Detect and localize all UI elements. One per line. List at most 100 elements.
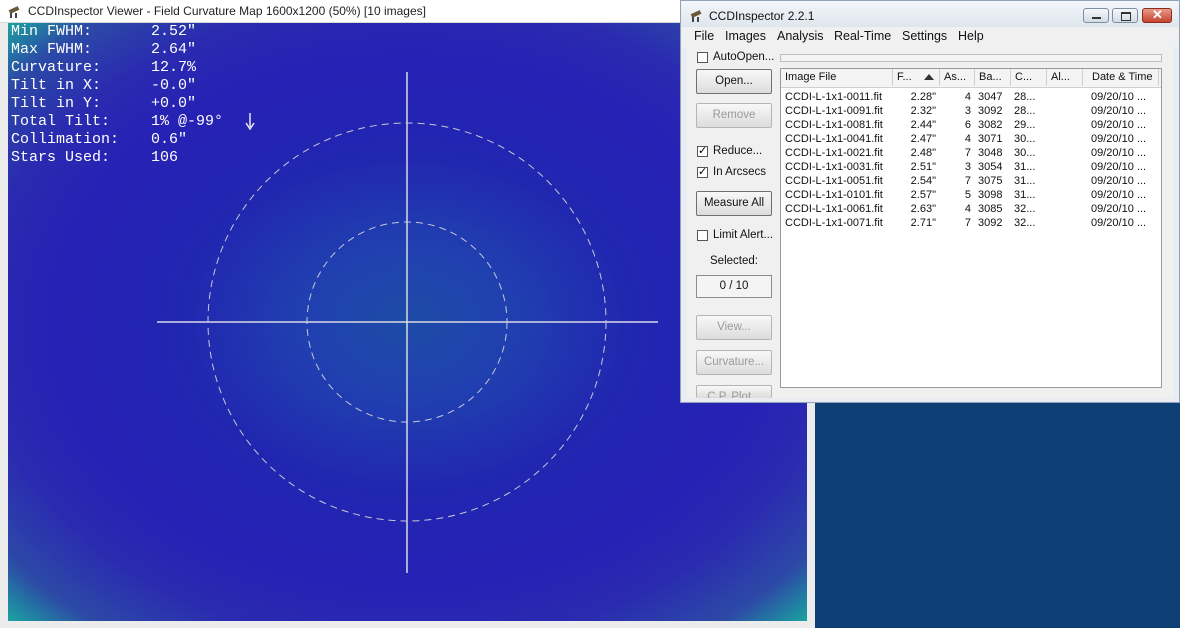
stat-label: Stars Used: [11, 149, 111, 166]
fwhm-value: 2.57" [910, 189, 936, 201]
menu-analysis[interactable]: Analysis [777, 29, 824, 43]
menu-file[interactable]: File [694, 29, 714, 43]
measure-all-button[interactable]: Measure All [696, 191, 772, 216]
menu-real-time[interactable]: Real-Time [834, 29, 891, 43]
c-value: 30... [1014, 147, 1036, 159]
date-time-value: 09/20/10 ... [1091, 133, 1147, 145]
background-value: 3054 [978, 161, 1003, 173]
table-row[interactable]: CCDI-L-1x1-0021.fit 2.48" 7 3048 30... 09/20/… [781, 146, 1161, 160]
fwhm-value: 2.32" [910, 105, 936, 117]
col-fwhm[interactable]: F... [893, 69, 940, 86]
file-name: CCDI-L-1x1-0021.fit [785, 147, 883, 159]
selected-count: 0 / 10 [696, 275, 772, 298]
aspect-value: 3 [964, 161, 971, 173]
limit-alert-checkbox[interactable] [697, 230, 708, 241]
aspect-value: 5 [964, 189, 971, 201]
in-arcsecs-label: In Arcsecs [713, 166, 767, 178]
tilt-arrow-icon [245, 113, 255, 131]
alert-value [1050, 132, 1083, 146]
background-value: 3082 [978, 119, 1003, 131]
table-row[interactable]: CCDI-L-1x1-0031.fit 2.51" 3 3054 31... 09/20/… [781, 160, 1161, 174]
col-background[interactable]: Ba... [975, 69, 1011, 86]
inspector-titlebar[interactable]: CCDInspector 2.2.1 ✕ [681, 1, 1179, 27]
stat-value: 2.52" [151, 23, 197, 40]
date-time-value: 09/20/10 ... [1091, 203, 1147, 215]
inspector-client-area: AutoOpen... Open... Remove Reduce... In … [687, 47, 1173, 398]
fwhm-value: 2.28" [910, 91, 936, 103]
in-arcsecs-checkbox[interactable] [697, 165, 708, 178]
close-icon: ✕ [1152, 7, 1163, 22]
menu-bar: File Images Analysis Real-Time Settings … [681, 27, 1179, 47]
menu-settings[interactable]: Settings [902, 29, 947, 43]
c-value: 32... [1014, 203, 1036, 215]
aspect-value: 4 [964, 203, 971, 215]
alert-value [1050, 174, 1083, 188]
selected-label: Selected: [710, 255, 758, 267]
maximize-button[interactable] [1112, 8, 1138, 23]
date-time-value: 09/20/10 ... [1091, 175, 1147, 187]
remove-button[interactable]: Remove [696, 103, 772, 128]
file-name: CCDI-L-1x1-0061.fit [785, 203, 883, 215]
stat-label: Min FWHM: [11, 23, 93, 40]
stat-value: -0.0" [151, 77, 197, 94]
table-row[interactable]: CCDI-L-1x1-0071.fit 2.71" 7 3092 32... 09/20/… [781, 216, 1161, 230]
c-value: 28... [1014, 105, 1036, 117]
stat-total-tilt: Total Tilt: 1% @-99° [11, 113, 223, 131]
stat-collimation: Collimation: 0.6" [11, 131, 223, 149]
fwhm-value: 2.71" [910, 217, 936, 229]
c-value: 28... [1014, 91, 1036, 103]
c-value: 29... [1014, 119, 1036, 131]
c-value: 30... [1014, 133, 1036, 145]
menu-help[interactable]: Help [958, 29, 984, 43]
table-row[interactable]: CCDI-L-1x1-0041.fit 2.47" 4 3071 30... 09/20/… [781, 132, 1161, 146]
reduce-label: Reduce... [713, 145, 763, 157]
file-name: CCDI-L-1x1-0011.fit [785, 91, 882, 103]
fwhm-value: 2.63" [910, 203, 936, 215]
stat-label: Tilt in X: [11, 77, 102, 94]
date-time-value: 09/20/10 ... [1091, 119, 1147, 131]
alert-value [1050, 188, 1083, 202]
view-button[interactable]: View... [696, 315, 772, 340]
col-c[interactable]: C... [1011, 69, 1047, 86]
cp-plot-button[interactable]: C.P. Plot... [696, 385, 772, 398]
alert-value [1050, 90, 1083, 104]
table-row[interactable]: CCDI-L-1x1-0061.fit 2.63" 4 3085 32... 09/20/… [781, 202, 1161, 216]
stat-label: Total Tilt: [11, 113, 111, 130]
curvature-button[interactable]: Curvature... [696, 350, 772, 375]
col-image-file[interactable]: Image File [781, 69, 893, 86]
background-value: 3075 [978, 175, 1003, 187]
autoopen-checkbox[interactable] [697, 52, 708, 63]
telescope-icon [690, 10, 702, 22]
table-row[interactable]: CCDI-L-1x1-0081.fit 2.44" 6 3082 29... 09/20/… [781, 118, 1161, 132]
aspect-value: 4 [964, 133, 971, 145]
stat-label: Max FWHM: [11, 41, 93, 58]
background-value: 3092 [978, 217, 1003, 229]
open-button[interactable]: Open... [696, 69, 772, 94]
menu-images[interactable]: Images [725, 29, 766, 43]
aspect-value: 3 [964, 105, 971, 117]
c-value: 31... [1014, 161, 1036, 173]
table-row[interactable]: CCDI-L-1x1-0051.fit 2.54" 7 3075 31... 09/20/… [781, 174, 1161, 188]
close-button[interactable]: ✕ [1142, 7, 1172, 23]
table-row[interactable]: CCDI-L-1x1-0011.fit 2.28" 4 3047 28... 09/20/… [781, 90, 1161, 104]
alert-value [1050, 216, 1083, 230]
file-name: CCDI-L-1x1-0041.fit [785, 133, 883, 145]
date-time-value: 09/20/10 ... [1091, 105, 1147, 117]
stat-tilt-y: Tilt in Y: +0.0" [11, 95, 223, 113]
image-list[interactable]: Image File F... As... Ba... C... Al... D… [780, 68, 1162, 388]
background-value: 3098 [978, 189, 1003, 201]
viewer-title: CCDInspector Viewer - Field Curvature Ma… [28, 4, 426, 18]
file-name: CCDI-L-1x1-0031.fit [785, 161, 883, 173]
file-name: CCDI-L-1x1-0051.fit [785, 175, 883, 187]
file-name: CCDI-L-1x1-0091.fit [785, 105, 883, 117]
reduce-checkbox[interactable] [697, 144, 708, 157]
stat-value: 106 [151, 149, 179, 166]
minimize-button[interactable] [1083, 8, 1109, 23]
table-row[interactable]: CCDI-L-1x1-0091.fit 2.32" 3 3092 28... 09/20/… [781, 104, 1161, 118]
ccdinspector-window: CCDInspector 2.2.1 ✕ File Images Analysi… [680, 0, 1180, 403]
col-alert[interactable]: Al... [1047, 69, 1083, 86]
col-aspect[interactable]: As... [940, 69, 975, 86]
background-value: 3092 [978, 105, 1003, 117]
col-date-time[interactable]: Date & Time [1083, 69, 1159, 86]
table-row[interactable]: CCDI-L-1x1-0101.fit 2.57" 5 3098 31... 09/20/… [781, 188, 1161, 202]
